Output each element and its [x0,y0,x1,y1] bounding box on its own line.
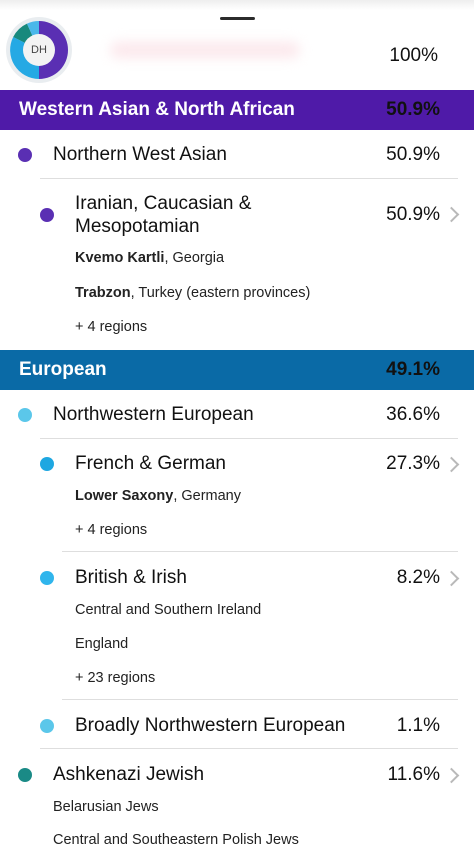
divider [62,699,458,700]
group-percent: 49.1% [386,359,440,380]
more-regions-link[interactable]: + 4 regions [75,522,147,538]
population-label-iranian-line2: Mesopotamian [75,216,200,237]
population-label-iranian-line1: Iranian, Caucasian & [75,193,252,214]
group-label: European [19,359,107,380]
region-polish-jews: Central and Southeastern Polish Jews [53,832,299,848]
population-percent: 36.6% [386,404,440,425]
avatar-initials: DH [31,44,47,56]
population-percent: 8.2% [396,567,440,588]
blue-dot-icon [40,571,54,585]
group-header-european[interactable]: European 49.1% [0,350,474,390]
group-label: Western Asian & North African [19,99,295,120]
group-header-wana[interactable]: Western Asian & North African 50.9% [0,90,474,130]
region-lower-saxony: Lower Saxony, Germany [75,488,241,504]
region-belarusian-jews: Belarusian Jews [53,799,159,815]
teal-dot-icon [18,768,32,782]
population-label-british-irish: British & Irish [75,567,187,588]
population-percent: 11.6% [387,764,440,785]
population-label-french-german: French & German [75,453,226,474]
region-kvemo-kartli: Kvemo Kartli, Georgia [75,250,225,266]
population-label-ashkenazi: Ashkenazi Jewish [53,764,205,785]
light-blue-dot-icon [18,408,32,422]
more-regions-link[interactable]: + 23 regions [75,670,155,686]
population-label-broadly-nw-european: Broadly Northwestern European [75,715,346,736]
region-trabzon: Trabzon, Turkey (eastern provinces) [75,285,311,301]
avatar-ancestry-ring[interactable]: DH [6,17,72,83]
purple-dot-icon [40,208,54,222]
more-regions-link[interactable]: + 4 regions [75,319,147,335]
divider [40,438,458,439]
top-shade [0,0,474,10]
population-percent: 50.9% [386,204,440,225]
divider [62,551,458,552]
divider [40,178,458,179]
total-percent: 100% [389,45,438,66]
population-percent: 50.9% [386,144,440,165]
population-percent: 1.1% [396,715,440,736]
drag-handle[interactable] [220,17,255,20]
region-england: England [75,636,129,652]
population-label-northwestern-european: Northwestern European [53,404,254,425]
blue-dot-icon [40,457,54,471]
light-blue-dot-icon [40,719,54,733]
purple-dot-icon [18,148,32,162]
population-label-northern-west-asian: Northern West Asian [53,144,227,165]
region-central-southern-ireland: Central and Southern Ireland [75,602,262,618]
blurred-name [110,42,300,58]
divider [40,748,458,749]
group-percent: 50.9% [386,99,440,120]
population-percent: 27.3% [386,453,440,474]
